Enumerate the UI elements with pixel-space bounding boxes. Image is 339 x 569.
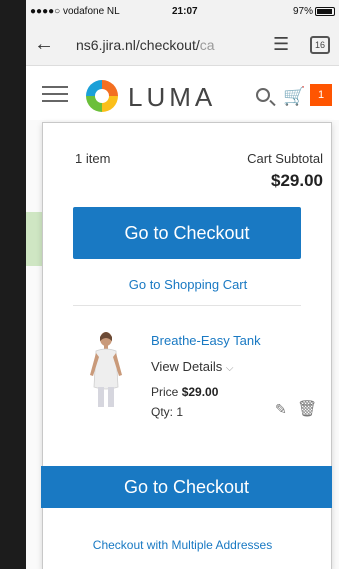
product-thumbnail[interactable]: [81, 329, 131, 409]
product-price: Price $29.00: [151, 385, 218, 399]
browser-menu-icon[interactable]: ☰: [273, 34, 289, 55]
tab-switcher-icon[interactable]: 16: [310, 36, 330, 54]
browser-toolbar: ← ns6.jira.nl/checkout/ca ☰ 16: [26, 24, 339, 66]
luma-logo-icon[interactable]: [86, 80, 118, 112]
product-name-link[interactable]: Breathe-Easy Tank: [151, 333, 261, 348]
view-details-label: View Details: [151, 359, 223, 374]
store-header: LUMA 🛒 1: [26, 66, 339, 120]
qty-label: Qty:: [151, 405, 174, 419]
trash-icon[interactable]: 🗑: [297, 399, 317, 419]
view-cart-link[interactable]: Go to Shopping Cart: [43, 277, 333, 292]
cart-count-badge[interactable]: 1: [310, 84, 332, 106]
checkout-button[interactable]: Go to Checkout: [41, 466, 332, 508]
status-bar: ●●●●○ vodafone NL 21:07 97%: [26, 0, 339, 24]
price-label: Price: [151, 385, 179, 399]
subtotal-amount: $29.00: [271, 171, 323, 190]
carrier-label: ●●●●○ vodafone NL: [30, 6, 120, 17]
clock: 21:07: [172, 6, 198, 17]
url-text: ns6.jira.nl/checkout/: [76, 37, 200, 53]
item-count: 1 item: [75, 151, 111, 166]
qty-value[interactable]: 1: [176, 405, 183, 419]
search-icon[interactable]: [256, 88, 270, 102]
address-bar[interactable]: ns6.jira.nl/checkout/ca: [76, 37, 252, 53]
store-logo-text[interactable]: LUMA: [128, 82, 216, 113]
battery-percent: 97%: [292, 6, 313, 17]
subtotal-label: Cart Subtotal: [247, 151, 323, 166]
background-banner: [26, 212, 42, 266]
product-qty: Qty: 1: [151, 405, 183, 419]
minicart-checkout-button[interactable]: Go to Checkout: [73, 207, 301, 259]
hamburger-menu-icon[interactable]: [42, 86, 68, 102]
cart-icon[interactable]: 🛒: [283, 86, 305, 107]
url-text-faded: ca: [199, 37, 215, 53]
edit-pencil-icon[interactable]: ✎: [275, 401, 287, 418]
price-value: $29.00: [181, 385, 219, 399]
multi-address-checkout-link[interactable]: Checkout with Multiple Addresses: [26, 538, 339, 552]
chevron-down-icon: ⌵: [225, 363, 234, 374]
back-arrow-icon[interactable]: ←: [34, 33, 54, 56]
divider: [73, 305, 301, 306]
phone-screen: ●●●●○ vodafone NL 21:07 97% ← ns6.jira.n…: [26, 0, 339, 569]
view-details-toggle[interactable]: View Details ⌵: [151, 359, 234, 374]
battery-icon: [315, 7, 335, 16]
